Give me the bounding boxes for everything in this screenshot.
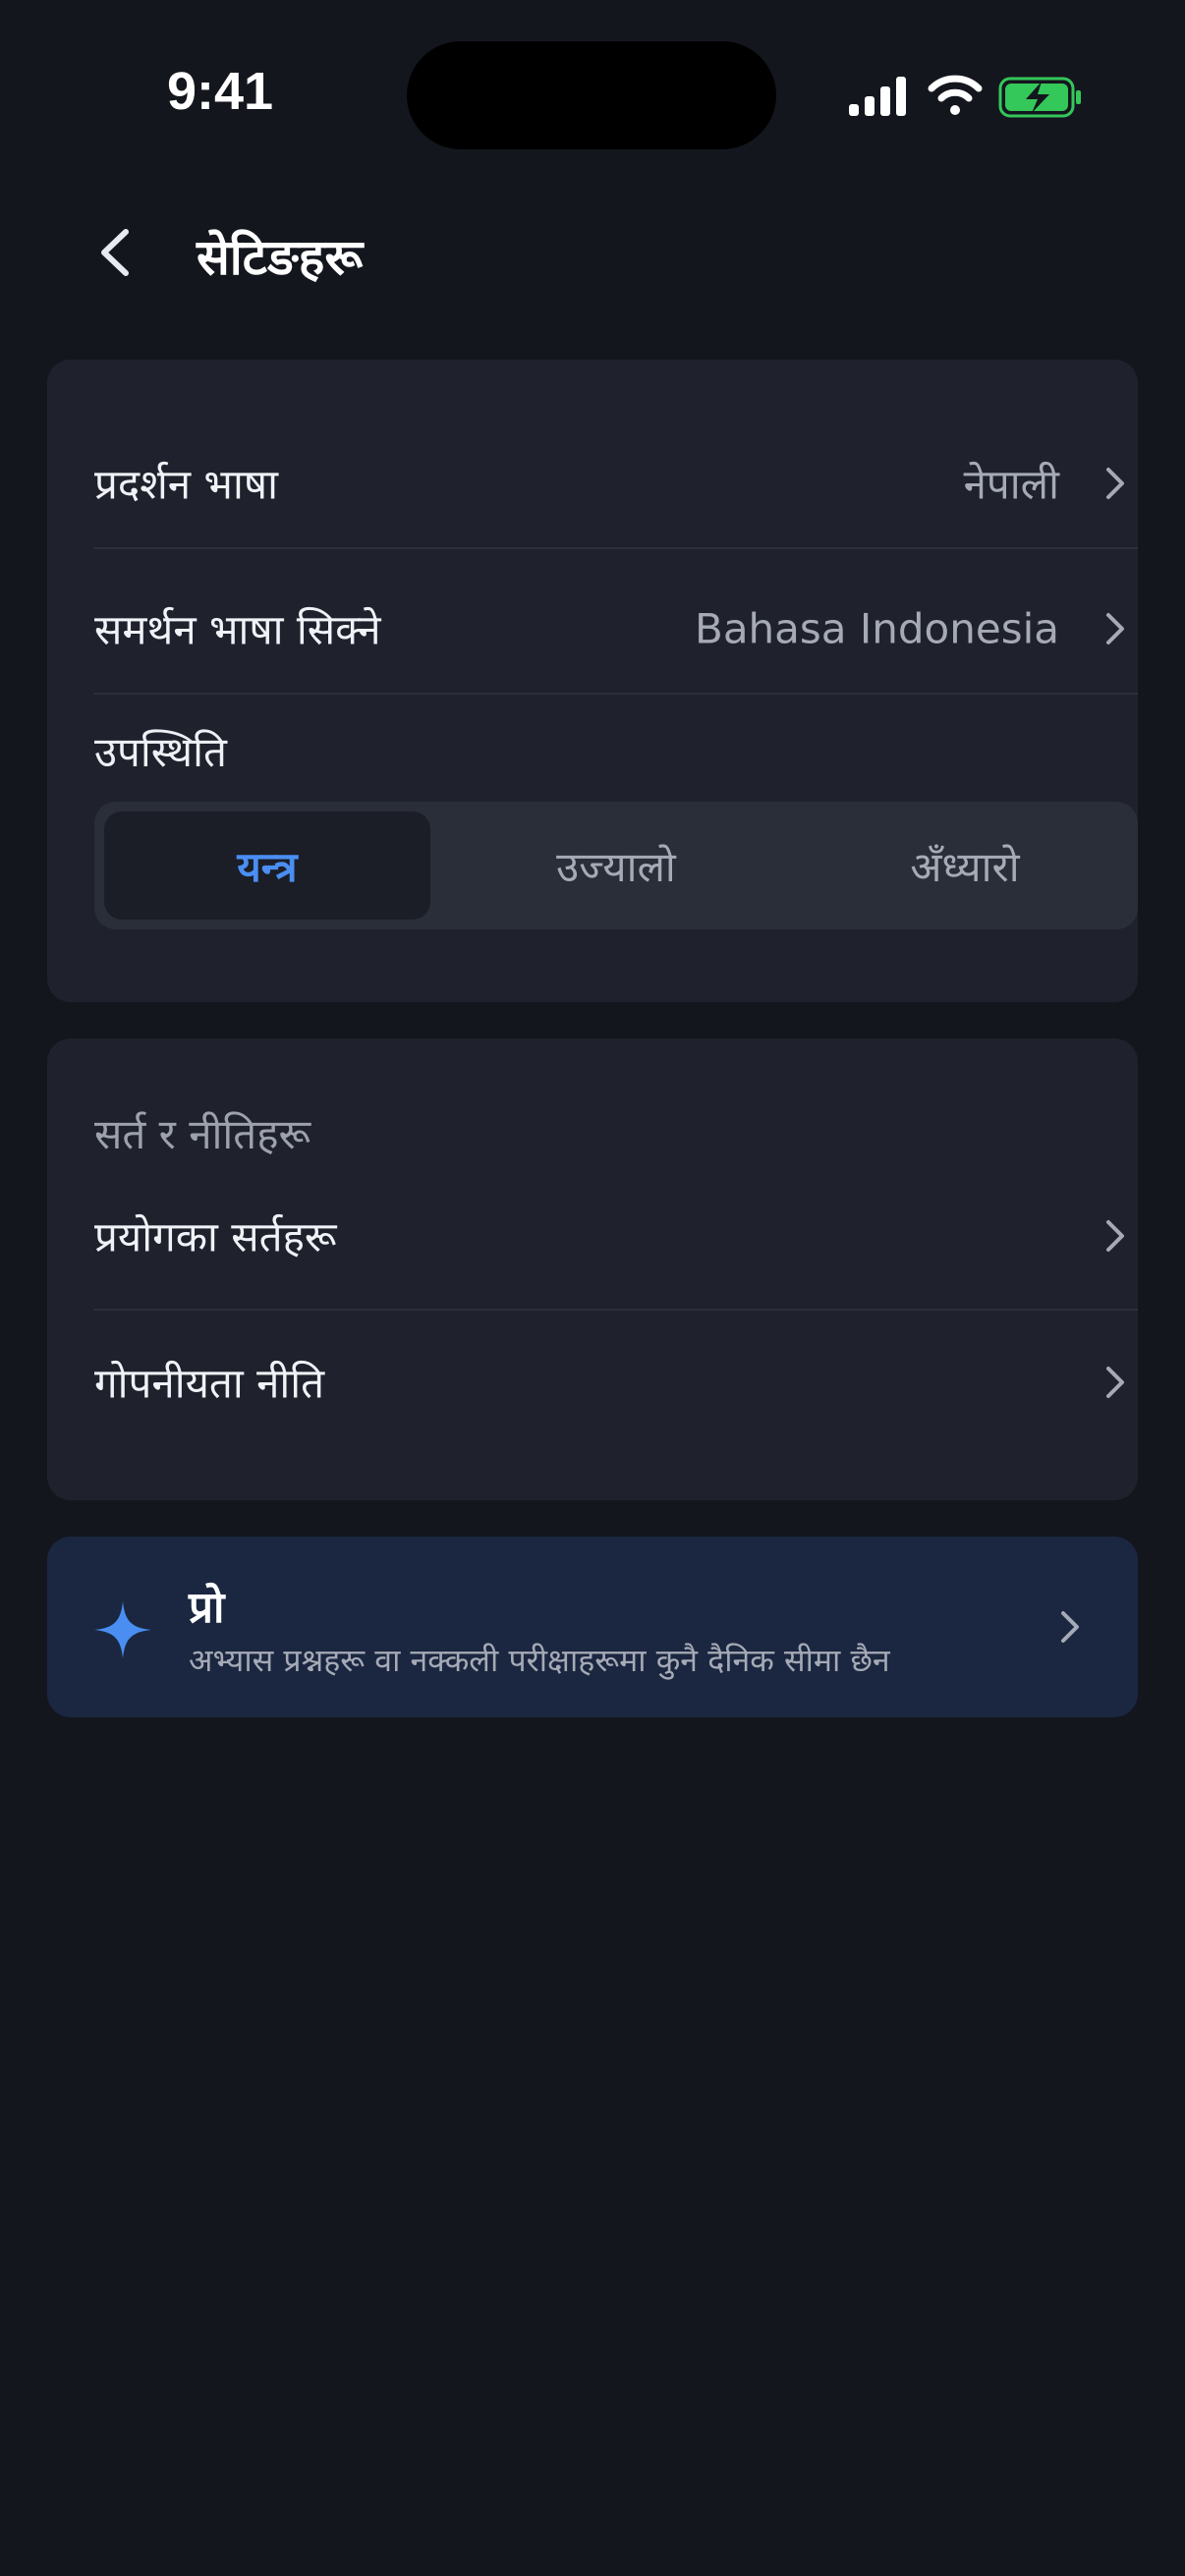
appearance-option-device[interactable]: यन्त्र bbox=[104, 812, 430, 920]
status-time: 9:41 bbox=[167, 62, 274, 121]
legal-section-label: सर्त र नीतिहरू bbox=[94, 1110, 311, 1158]
support-language-row[interactable]: समर्थन भाषा सिक्ने Bahasa Indonesia bbox=[94, 556, 1138, 701]
divider bbox=[94, 547, 1138, 549]
back-button[interactable] bbox=[88, 218, 143, 287]
appearance-option-light[interactable]: उज्यालो bbox=[453, 812, 779, 920]
pro-upgrade-card[interactable]: प्रो अभ्यास प्रश्नहरू वा नक्कली परीक्षाह… bbox=[47, 1537, 1138, 1717]
wifi-icon bbox=[928, 75, 983, 115]
appearance-label: उपस्थिति bbox=[94, 728, 227, 776]
cellular-signal-icon bbox=[849, 77, 906, 116]
privacy-policy-label: गोपनीयता नीति bbox=[94, 1359, 325, 1408]
appearance-segmented-control: यन्त्र उज्यालो अँध्यारो bbox=[94, 802, 1138, 929]
chevron-left-icon bbox=[101, 229, 129, 276]
display-language-value: नेपाली bbox=[963, 460, 1059, 509]
appearance-option-dark[interactable]: अँध्यारो bbox=[802, 812, 1128, 920]
page-title: सेटिङहरू bbox=[197, 229, 364, 286]
dynamic-island bbox=[407, 41, 776, 149]
chevron-right-icon bbox=[1061, 1611, 1079, 1643]
battery-charging-icon bbox=[998, 77, 1081, 118]
support-language-label: समर्थन भाषा सिक्ने bbox=[94, 605, 381, 654]
display-language-label: प्रदर्शन भाषा bbox=[94, 460, 278, 509]
chevron-right-icon bbox=[1106, 468, 1124, 499]
chevron-right-icon bbox=[1106, 613, 1124, 644]
support-language-value: Bahasa Indonesia bbox=[695, 604, 1059, 653]
chevron-right-icon bbox=[1106, 1220, 1124, 1252]
privacy-policy-row[interactable]: गोपनीयता नीति bbox=[94, 1310, 1138, 1455]
display-language-row[interactable]: प्रदर्शन भाषा नेपाली bbox=[94, 411, 1138, 556]
sparkle-icon bbox=[94, 1601, 151, 1658]
pro-subtitle: अभ्यास प्रश्नहरू वा नक्कली परीक्षाहरूमा … bbox=[189, 1642, 890, 1679]
terms-of-use-label: प्रयोगका सर्तहरू bbox=[94, 1212, 337, 1261]
chevron-right-icon bbox=[1106, 1367, 1124, 1398]
preferences-card: प्रदर्शन भाषा नेपाली समर्थन भाषा सिक्ने … bbox=[47, 360, 1138, 1002]
terms-of-use-row[interactable]: प्रयोगका सर्तहरू bbox=[94, 1163, 1138, 1309]
pro-title: प्रो bbox=[189, 1583, 225, 1633]
legal-card: सर्त र नीतिहरू प्रयोगका सर्तहरू गोपनीयता… bbox=[47, 1038, 1138, 1500]
divider bbox=[94, 693, 1138, 695]
